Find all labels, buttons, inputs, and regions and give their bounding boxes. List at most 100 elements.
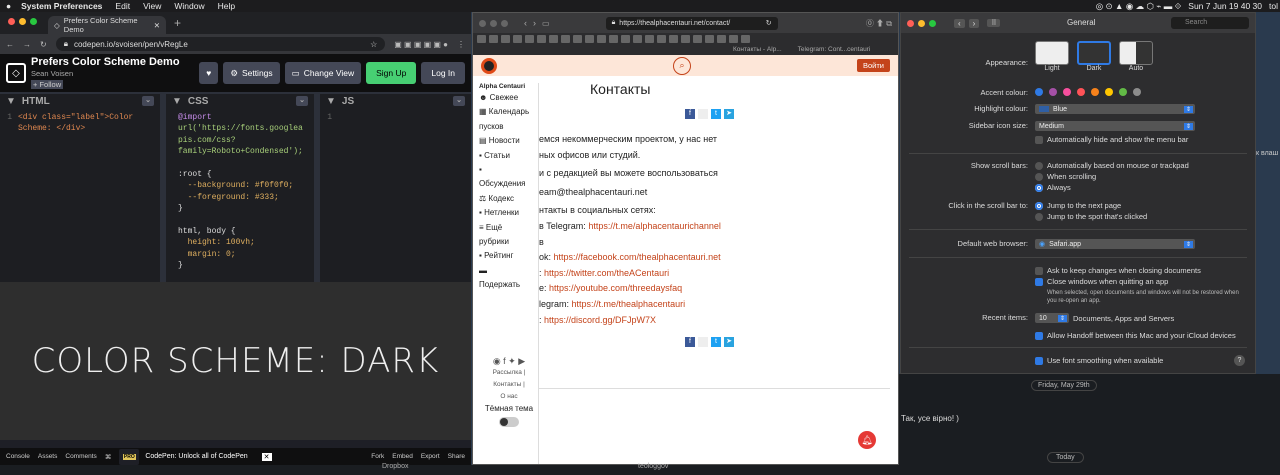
accent-color-swatch[interactable] xyxy=(1105,88,1113,96)
appearance-auto[interactable]: Auto xyxy=(1119,41,1153,72)
scroll-radio-always[interactable]: Always xyxy=(1035,183,1071,192)
zoom-icon[interactable] xyxy=(929,19,936,27)
ask-keep-checkbox[interactable]: Ask to keep changes when closing documen… xyxy=(1035,266,1201,275)
scroll-radio-auto[interactable]: Automatically based on mouse or trackpad xyxy=(1035,161,1189,170)
sidebar-nav-item[interactable]: ≡ Ещё xyxy=(479,221,538,235)
menu-clock[interactable]: Sun 7 Jun 19 40 30 xyxy=(1188,1,1262,11)
change-view-button[interactable]: ▭ Change View xyxy=(284,62,362,84)
accent-color-swatch[interactable] xyxy=(1091,88,1099,96)
back-icon[interactable]: ← xyxy=(6,40,14,49)
sidebar-nav-item[interactable]: рубрики xyxy=(479,235,538,249)
css-editor[interactable]: ▼ CSS ⌄ @import url('https://fonts.googlea p… xyxy=(166,92,320,282)
accent-color-swatch[interactable] xyxy=(1049,88,1057,96)
signup-button[interactable]: Sign Up xyxy=(366,62,417,84)
pen-title[interactable]: Prefers Color Scheme Demo xyxy=(31,56,180,68)
menu-help[interactable]: Help xyxy=(218,1,235,11)
click-radio-spot[interactable]: Jump to the spot that's clicked xyxy=(1035,212,1147,221)
share-button[interactable]: Share xyxy=(448,453,465,460)
assets-button[interactable]: Assets xyxy=(38,453,58,460)
html-panel-menu[interactable]: ⌄ xyxy=(142,96,154,106)
minimize-icon[interactable] xyxy=(490,19,497,27)
window-controls[interactable] xyxy=(8,18,37,25)
favorite-icon[interactable] xyxy=(549,34,558,43)
sidebar-nav-item[interactable]: пусков xyxy=(479,120,538,134)
sidebar-nav-item[interactable]: ▪ Нетленки xyxy=(479,206,538,220)
menu-window[interactable]: Window xyxy=(174,1,204,11)
reload-icon[interactable]: ↻ xyxy=(40,40,47,49)
accent-color-swatch[interactable] xyxy=(1063,88,1071,96)
contact-link[interactable]: https://t.me/thealphacentauri xyxy=(572,299,686,309)
forward-icon[interactable]: › xyxy=(533,18,536,28)
sidebar-nav-item[interactable]: ☻ Свежее xyxy=(479,91,538,105)
html-editor[interactable]: ▼ HTML ⌄ 1 <div class="label">Color Scheme… xyxy=(0,92,166,282)
contact-link[interactable]: https://t.me/alphacentaurichannel xyxy=(588,221,721,231)
accent-color-swatch[interactable] xyxy=(1077,88,1085,96)
share-buttons[interactable]: f t ➤ xyxy=(685,107,874,122)
favorite-icon[interactable] xyxy=(657,34,666,43)
css-panel-menu[interactable]: ⌄ xyxy=(296,96,308,106)
apple-icon[interactable]: ● xyxy=(6,1,11,11)
icon-size-select[interactable]: Medium ⇕ xyxy=(1035,121,1195,131)
favorite-icon[interactable] xyxy=(537,34,546,43)
forward-icon[interactable]: → xyxy=(23,40,31,49)
today-pill[interactable]: Today xyxy=(1047,452,1084,463)
comments-button[interactable]: Comments xyxy=(65,453,96,460)
zoom-icon[interactable] xyxy=(30,18,37,25)
reload-icon[interactable]: ↻ xyxy=(766,19,772,27)
fork-button[interactable]: Fork xyxy=(371,453,384,460)
favorite-icon[interactable] xyxy=(669,34,678,43)
scroll-radio-scrolling[interactable]: When scrolling xyxy=(1035,172,1096,181)
sidebar-nav-item[interactable]: Обсуждения xyxy=(479,177,538,191)
follow-button[interactable]: + Follow xyxy=(31,79,64,89)
status-icons[interactable]: ◎ ⊙ ▲ ◉ ☁ ⬡ ⌁ ▬ ⟐ xyxy=(1096,1,1182,12)
dark-theme-toggle[interactable] xyxy=(499,417,519,427)
sidebar-icon[interactable]: ▭ xyxy=(542,19,550,28)
menu-view[interactable]: View xyxy=(143,1,161,11)
favorite-icon[interactable] xyxy=(573,34,582,43)
html-code[interactable]: 1 <div class="label">Color Scheme: </div… xyxy=(0,108,160,135)
back-icon[interactable]: ‹ xyxy=(954,18,965,28)
click-radio-next-page[interactable]: Jump to the next page xyxy=(1035,201,1121,210)
forward-icon[interactable]: › xyxy=(968,18,980,28)
login-button[interactable]: Войти xyxy=(857,59,890,72)
js-code[interactable]: 1 xyxy=(320,108,471,123)
site-logo-icon[interactable] xyxy=(481,57,497,74)
sidebar-footer-links[interactable]: Рассылка | Контакты | xyxy=(479,367,539,391)
search-icon[interactable]: ⌕ xyxy=(673,56,691,75)
contact-link[interactable]: https://youtube.com/threedaysfaq xyxy=(549,283,682,293)
extension-icons[interactable]: ▣ ▣ ▣ ▣ ▣ ● xyxy=(394,40,448,49)
close-windows-checkbox[interactable]: Close windows when quitting an app xyxy=(1035,277,1168,286)
close-icon[interactable] xyxy=(8,18,15,25)
accent-color-swatch[interactable] xyxy=(1133,88,1141,96)
favorite-icon[interactable] xyxy=(561,34,570,43)
contact-link[interactable]: https://discord.gg/DFJpW7X xyxy=(544,315,656,325)
appearance-light[interactable]: Light xyxy=(1035,41,1069,72)
new-tab-icon[interactable]: + xyxy=(174,16,181,30)
favorite-icon[interactable] xyxy=(477,34,486,43)
date-pill[interactable]: Friday, May 29th xyxy=(1031,380,1097,391)
favorite-icon[interactable] xyxy=(489,34,498,43)
login-button[interactable]: Log In xyxy=(421,62,465,84)
safari-address-bar[interactable]: 🔒︎ https://thealphacentauri.net/contact/… xyxy=(605,16,778,30)
minimize-icon[interactable] xyxy=(19,18,26,25)
favorite-icon[interactable] xyxy=(621,34,630,43)
back-icon[interactable]: ‹ xyxy=(524,18,527,28)
window-controls[interactable] xyxy=(479,19,508,27)
favorite-icon[interactable] xyxy=(741,34,750,43)
recent-items-select[interactable]: 10 ⇕ xyxy=(1035,313,1069,323)
codepen-logo-icon[interactable]: ◇ xyxy=(6,63,26,83)
favorite-icon[interactable] xyxy=(717,34,726,43)
favorite-icon[interactable] xyxy=(609,34,618,43)
close-icon[interactable] xyxy=(479,19,486,27)
accent-color-swatch[interactable] xyxy=(1119,88,1127,96)
safari-tab-contacts[interactable]: Контакты - Alp... xyxy=(733,46,782,53)
auto-hide-checkbox[interactable]: Automatically hide and show the menu bar xyxy=(1035,135,1188,144)
chrome-tab[interactable]: ◇ Prefers Color Scheme Demo ✕ xyxy=(48,16,166,34)
pen-author[interactable]: Sean Voisen xyxy=(31,69,73,78)
shortcuts-button[interactable]: ⌘ xyxy=(105,453,112,461)
zoom-icon[interactable] xyxy=(501,19,508,27)
css-code[interactable]: @import url('https://fonts.googlea pis.com… xyxy=(166,108,314,271)
sidebar-nav-item[interactable]: ▬ xyxy=(479,264,538,278)
sidebar-nav-item[interactable]: ▪ Статьи xyxy=(479,149,538,163)
favorite-icon[interactable] xyxy=(681,34,690,43)
